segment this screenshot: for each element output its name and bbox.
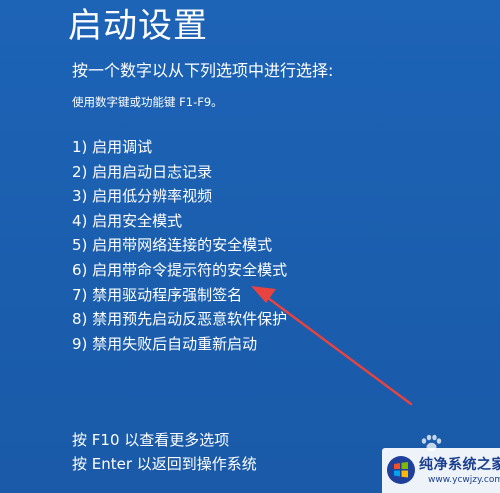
watermark-site-name: 纯净系统之家	[419, 457, 500, 473]
option-enable-debugging[interactable]: 1) 启用调试	[72, 135, 287, 160]
site-watermark: 纯净系统之家 www.ycwjzy.com	[382, 448, 500, 493]
option-safe-mode-command-prompt[interactable]: 6) 启用带命令提示符的安全模式	[72, 258, 287, 283]
option-disable-auto-restart[interactable]: 9) 禁用失败后自动重新启动	[72, 332, 287, 357]
option-disable-driver-signature-enforcement[interactable]: 7) 禁用驱动程序强制签名	[72, 283, 287, 308]
option-enable-safe-mode[interactable]: 4) 启用安全模式	[72, 209, 287, 234]
watermark-url: www.ycwjzy.com	[428, 475, 500, 485]
key-hint: 使用数字键或功能键 F1-F9。	[72, 95, 223, 109]
windows-logo-icon	[387, 456, 415, 484]
footer-instructions: 按 F10 以查看更多选项 按 Enter 以返回到操作系统	[72, 428, 257, 476]
startup-options-list: 1) 启用调试 2) 启用启动日志记录 3) 启用低分辨率视频 4) 启用安全模…	[72, 135, 287, 356]
return-to-os-hint: 按 Enter 以返回到操作系统	[72, 455, 257, 473]
more-options-hint: 按 F10 以查看更多选项	[72, 431, 230, 449]
page-title: 启动设置	[68, 6, 208, 46]
selection-prompt: 按一个数字以从下列选项中进行选择:	[72, 61, 334, 80]
option-enable-boot-logging[interactable]: 2) 启用启动日志记录	[72, 160, 287, 185]
boot-settings-screen: 启动设置 按一个数字以从下列选项中进行选择: 使用数字键或功能键 F1-F9。 …	[0, 0, 500, 493]
option-enable-low-resolution-video[interactable]: 3) 启用低分辨率视频	[72, 184, 287, 209]
option-safe-mode-networking[interactable]: 5) 启用带网络连接的安全模式	[72, 233, 287, 258]
option-disable-early-launch-antimalware[interactable]: 8) 禁用预先启动反恶意软件保护	[72, 307, 287, 332]
